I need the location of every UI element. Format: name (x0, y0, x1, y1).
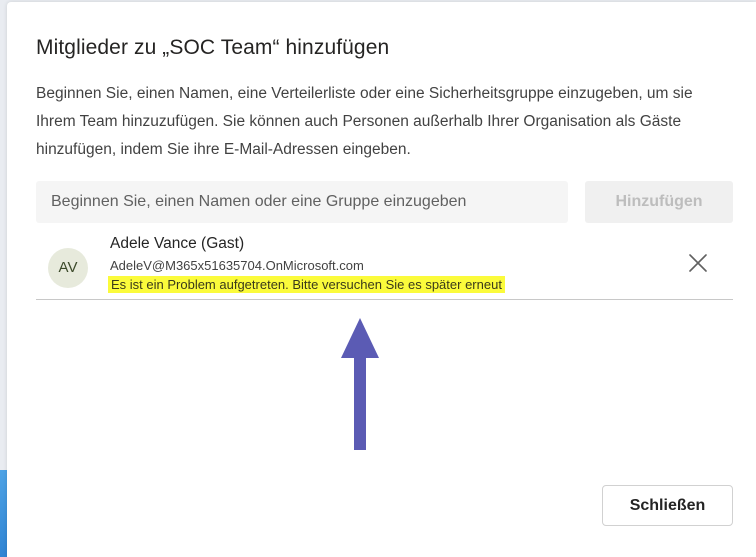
add-members-dialog: Mitglieder zu „SOC Team“ hinzufügen Begi… (7, 2, 756, 557)
member-error-message: Es ist ein Problem aufgetreten. Bitte ve… (108, 276, 505, 293)
member-email: AdeleV@M365x51635704.OnMicrosoft.com (110, 258, 364, 273)
avatar: AV (48, 248, 88, 288)
member-name: Adele Vance (Gast) (110, 235, 245, 252)
member-search-input[interactable] (36, 181, 568, 223)
dialog-description: Beginnen Sie, einen Namen, eine Verteile… (36, 85, 693, 158)
annotation-arrow-up-icon (341, 318, 379, 450)
remove-member-button[interactable] (686, 251, 710, 275)
member-list-item: AV Adele Vance (Gast) AdeleV@M365x516357… (36, 228, 733, 300)
close-icon (686, 251, 710, 275)
dialog-title: Mitglieder zu „SOC Team“ hinzufügen (36, 36, 390, 59)
add-button[interactable]: Hinzufügen (585, 181, 733, 223)
close-button[interactable]: Schließen (602, 485, 733, 526)
